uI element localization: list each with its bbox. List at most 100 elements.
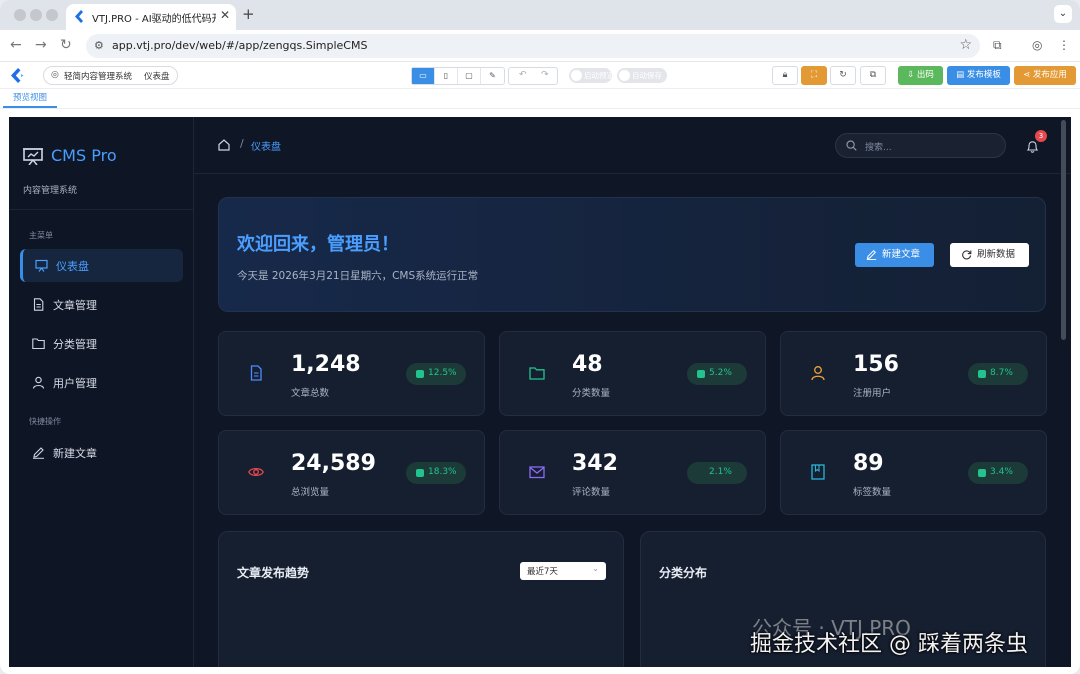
designer-breadcrumb[interactable]: ◎ 轻简内容管理系统 仪表盘 [43,66,178,85]
stat-label: 标签数量 [853,487,892,498]
profile-icon[interactable]: ◎ [1032,38,1042,52]
folder-icon [529,367,545,380]
sidebar-item-new-article[interactable]: 新建文章 [20,436,183,469]
designer-toolbar: ◎ 轻简内容管理系统 仪表盘 ▭ ▯ ▢ ✎ ↶ ↷ 启动预览 自动保存 🔒︎ … [0,63,1080,89]
welcome-title: 欢迎回来，管理员！ [237,234,399,255]
stat-card-users[interactable]: 156 注册用户 8.7% [780,331,1047,416]
open-preview-button[interactable]: ⧉ [860,66,886,85]
sidebar-item-categories[interactable]: 分类管理 [20,327,183,360]
stat-card-categories[interactable]: 48 分类数量 5.2% [499,331,766,416]
vtj-logo-icon[interactable] [10,68,24,83]
brand-name: CMS Pro [51,146,117,165]
sidebar-divider [9,209,194,210]
preview-toggle[interactable]: 启动预览 [569,68,614,83]
cms-app: CMS Pro 内容管理系统 主菜单 仪表盘 文章管理 分类管理 用户管理 快捷… [9,117,1071,667]
maximize-window-button[interactable] [46,9,58,21]
preview-divider [0,108,1080,116]
stat-value: 156 [853,352,899,377]
vtj-logo-icon [75,10,83,23]
stat-card-articles[interactable]: 1,248 文章总数 12.5% [218,331,485,416]
stat-card-tags[interactable]: 89 标签数量 3.4% [780,430,1047,515]
back-arrow-icon[interactable]: ← [10,37,22,53]
trend-up-icon [697,370,705,378]
stat-card-comments[interactable]: 342 评论数量 2.1% [499,430,766,515]
search-input[interactable]: 搜索... [835,133,1006,158]
bookmark-star-icon[interactable]: ☆ [959,37,972,53]
new-article-label: 新建文章 [882,249,921,260]
tab-close-icon[interactable]: ✕ [220,8,230,22]
tablet-view-button[interactable]: ▢ [458,68,481,84]
home-icon[interactable] [218,139,230,151]
trend-badge: 5.2% [687,363,747,385]
date-range-select[interactable]: 最近7天 ⌄ [520,562,606,580]
presentation-icon [23,148,43,165]
export-code-button[interactable]: ⇩ 出码 [898,66,943,85]
phone-view-button[interactable]: ▯ [435,68,458,84]
trend-badge: 3.4% [968,462,1028,484]
trend-badge: 12.5% [406,363,466,385]
welcome-subtitle: 今天是 2026年3月21日星期六，CMS系统运行正常 [237,270,479,282]
publish-template-label: 发布模板 [966,70,1001,80]
redo-icon[interactable]: ↷ [541,70,549,80]
notification-badge: 3 [1035,130,1047,142]
article-trend-title: 文章发布趋势 [237,566,310,580]
refresh-data-button[interactable]: 刷新数据 [950,243,1029,267]
screenshot-button[interactable]: ⛶ [801,66,827,85]
browser-tab[interactable]: VTJ.PRO - AI驱动的低代码开发 ✕ [66,4,236,30]
forward-arrow-icon[interactable]: → [35,37,47,53]
sidebar-item-users[interactable]: 用户管理 [20,366,183,399]
monitor-icon [35,259,48,272]
sidebar: CMS Pro 内容管理系统 主菜单 仪表盘 文章管理 分类管理 用户管理 快捷… [9,117,194,667]
close-window-button[interactable] [14,9,26,21]
address-bar: ← → ↻ ⚙ app.vtj.pro/dev/web/#/app/zengqs… [0,30,1080,62]
bell-icon[interactable] [1026,140,1039,153]
stat-value: 89 [853,451,884,476]
section-main-menu: 主菜单 [29,231,53,240]
trend-value: 18.3% [428,467,457,477]
minimize-window-button[interactable] [30,9,42,21]
sidebar-item-label: 文章管理 [53,299,97,312]
document-icon [33,298,44,311]
trend-value: 2.1% [709,467,732,477]
desktop-view-button[interactable]: ▭ [412,68,435,84]
url-field[interactable]: ⚙ app.vtj.pro/dev/web/#/app/zengqs.Simpl… [86,34,980,58]
reload-icon[interactable]: ↻ [60,37,72,53]
undo-icon[interactable]: ↶ [519,70,527,80]
share-icon: ⋖ [1023,70,1033,80]
device-switcher: ▭ ▯ ▢ ✎ [411,67,505,85]
trend-up-icon [978,469,986,477]
mail-icon [529,466,545,479]
search-icon [846,140,857,151]
trend-badge: 18.3% [406,462,466,484]
stat-card-views[interactable]: 24,589 总浏览量 18.3% [218,430,485,515]
tab-menu-chevron-icon[interactable]: ⌄ [1054,5,1072,23]
new-article-button[interactable]: 新建文章 [855,243,934,267]
tab-preview-view[interactable]: 预览视图 [3,90,57,108]
publish-app-button[interactable]: ⋖ 发布应用 [1014,66,1076,85]
page-scrollbar[interactable] [1061,120,1066,340]
watermark-author: 掘金技术社区 @ 踩着两条虫 [750,632,1028,657]
sidebar-item-articles[interactable]: 文章管理 [20,288,183,321]
autosave-toggle-label: 自动保存 [632,71,662,80]
edit-pen-button[interactable]: ✎ [481,68,504,84]
trend-badge: 8.7% [968,363,1028,385]
publish-app-label: 发布应用 [1032,70,1067,80]
new-tab-button[interactable]: + [242,5,255,23]
main-content: / 仪表盘 搜索... 3 欢迎回来，管理员！ 今天是 2026年3月21日星期… [194,117,1071,667]
stat-label: 总浏览量 [291,487,330,498]
browser-window: VTJ.PRO - AI驱动的低代码开发 ✕ + ⌄ ← → ↻ ⚙ app.v… [0,0,1080,674]
sidebar-item-dashboard[interactable]: 仪表盘 [20,249,183,282]
toggle-knob [619,70,630,81]
browser-menu-icon[interactable]: ⋮ [1058,38,1070,52]
document-icon [250,365,262,381]
site-settings-icon[interactable]: ⚙ [94,39,104,52]
article-trend-panel: 文章发布趋势 最近7天 ⌄ [218,531,624,667]
publish-template-button[interactable]: ▤ 发布模板 [947,66,1010,85]
refresh-button[interactable]: ↻ [830,66,856,85]
autosave-toggle[interactable]: 自动保存 [617,68,667,83]
section-quick-actions: 快捷操作 [29,417,61,426]
stat-value: 1,248 [291,352,361,377]
stat-value: 24,589 [291,451,376,476]
extensions-icon[interactable]: ⧉ [993,38,1002,53]
lock-button[interactable]: 🔒︎ [772,66,798,85]
